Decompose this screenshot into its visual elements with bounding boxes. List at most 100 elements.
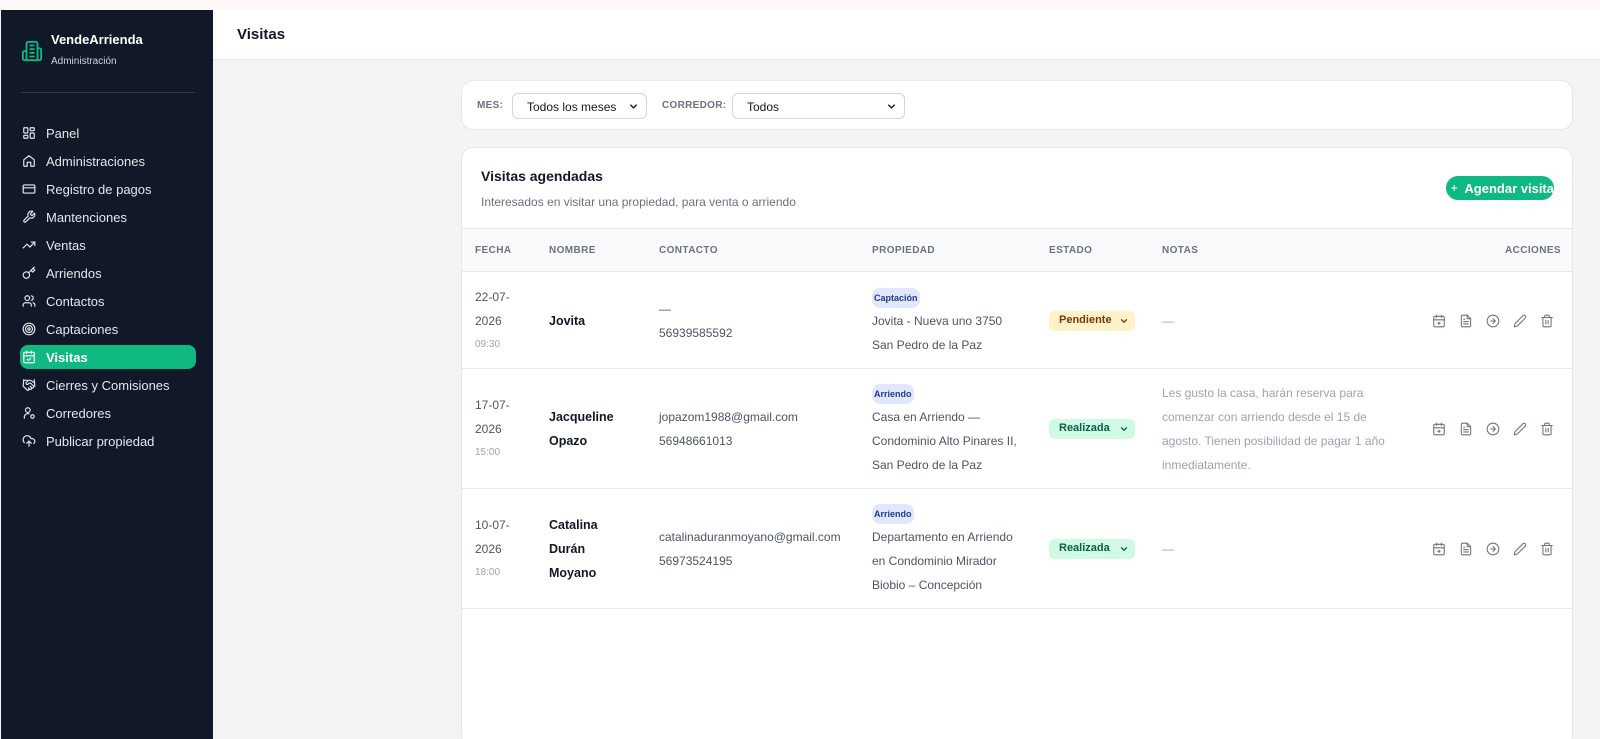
contact-email[interactable]: — [659,297,732,321]
sidebar-item-administraciones[interactable]: Administraciones [20,149,196,173]
sidebar-item-label: Visitas [46,349,88,365]
sidebar-item-label: Captaciones [46,321,119,337]
contact-phone[interactable]: 56973524195 [659,549,841,573]
filter-bar: MES: Todos los meses CORREDOR: Todos [461,80,1573,130]
edit-button[interactable] [1513,422,1527,436]
row-actions [1432,542,1567,556]
col-fecha: FECHA [475,245,512,256]
visit-date: 10-07- 2026 18:00 [475,513,510,585]
calendar-plus-icon [1433,314,1445,327]
reschedule-button[interactable] [1432,542,1446,556]
month-select-value: Todos los meses [527,100,617,114]
sidebar-item-contactos[interactable]: Contactos [20,289,196,313]
month-select[interactable]: Todos los meses [512,93,647,119]
property-line: Condominio Alto Pinares II, [872,434,1017,448]
calendar-plus-icon [1433,422,1445,436]
property-line: Biobio – Concepción [872,578,983,592]
sidebar-item-captaciones[interactable]: Captaciones [20,317,196,341]
visit-notes: Les gusto la casa, harán reserva para com… [1162,381,1402,477]
building-icon [21,40,43,62]
status-select[interactable]: Realizada [1049,419,1135,439]
document-button[interactable] [1459,422,1473,436]
reschedule-button[interactable] [1432,422,1446,436]
brand-name: VendeArrienda [51,32,143,47]
reschedule-button[interactable] [1432,314,1446,328]
broker-select[interactable]: Todos [732,93,905,119]
user-cog-icon [23,407,35,419]
status-select[interactable]: Realizada [1049,539,1135,559]
note-line: comenzar con arriendo desde el 15 de [1162,410,1367,424]
document-button[interactable] [1459,314,1473,328]
col-nombre: NOMBRE [549,245,596,256]
home-icon [23,155,35,167]
sidebar-item-visitas[interactable]: Visitas [20,345,196,369]
visitor-name-line: Moyano [549,566,597,580]
property-type-badge: Captación [872,287,920,308]
document-button[interactable] [1459,542,1473,556]
sidebar-item-cierres-y-comisiones[interactable]: Cierres y Comisiones [20,373,196,397]
delete-button[interactable] [1540,542,1554,556]
visitor-name-line: Jacqueline [549,410,614,424]
plus-icon [1451,185,1458,191]
sidebar-item-panel[interactable]: Panel [20,121,196,145]
contact-email[interactable]: jopazom1988@gmail.com [659,405,798,429]
edit-button[interactable] [1513,314,1527,328]
grid-icon [23,127,35,139]
sidebar-item-label: Registro de pagos [46,181,152,197]
card-subtitle: Interesados en visitar una propiedad, pa… [481,195,796,209]
property-line: Casa en Arriendo — [872,410,981,424]
note-line: agosto. Tienen posibilidad de pagar 1 añ… [1162,434,1385,448]
sidebar: VendeArrienda Administración Panel Admini… [1,10,213,739]
document-icon [1460,542,1472,556]
chevron-down-icon [630,104,637,109]
contact-phone[interactable]: 56948661013 [659,429,798,453]
sidebar-item-publicar-propiedad[interactable]: Publicar propiedad [20,429,196,453]
visit-date: 17-07- 2026 15:00 [475,393,510,465]
contact-email[interactable]: catalinaduranmoyano@gmail.com [659,525,841,549]
sidebar-item-arriendos[interactable]: Arriendos [20,261,196,285]
convert-button[interactable] [1486,314,1500,328]
visitor-contact: —56939585592 [659,297,732,345]
sidebar-item-registro-de-pagos[interactable]: Registro de pagos [20,177,196,201]
edit-button[interactable] [1513,542,1527,556]
note-line: — [1162,542,1174,556]
visits-card: Visitas agendadas Interesados en visitar… [461,147,1573,739]
delete-button[interactable] [1540,314,1554,328]
col-contacto: CONTACTO [659,245,718,256]
sidebar-nav: Panel Administraciones Registro de pagos Ma… [20,121,196,457]
brand[interactable]: VendeArrienda Administración [21,32,143,67]
property-line: San Pedro de la Paz [872,337,983,352]
brand-subtitle: Administración [51,56,117,67]
pencil-icon [1513,422,1527,436]
contact-phone[interactable]: 56939585592 [659,321,732,345]
sidebar-item-label: Publicar propiedad [46,433,155,449]
property-type-badge: Arriendo [872,504,914,524]
sidebar-item-label: Ventas [46,237,86,253]
chevron-down-icon [1120,427,1128,431]
col-estado: ESTADO [1049,245,1093,256]
visit-notes: — [1162,309,1402,333]
visitor-name-line: Durán [549,542,586,556]
card-icon [22,184,36,194]
note-line: Les gusto la casa, harán reserva para [1162,386,1364,400]
status-select[interactable]: Pendiente [1049,310,1135,331]
pencil-icon [1513,314,1527,327]
property-line: Jovita - Nueva uno 3750 [872,313,1003,328]
delete-button[interactable] [1540,422,1554,436]
sidebar-item-ventas[interactable]: Ventas [20,233,196,257]
sidebar-item-label: Administraciones [46,153,145,169]
arrow-right-circle-icon [1486,422,1500,436]
top-strip [0,0,1600,10]
property-type-badge: Arriendo [872,384,914,404]
page-title: Visitas [237,26,286,43]
convert-button[interactable] [1486,422,1500,436]
visit-date-year: 2026 [475,313,502,328]
sidebar-item-mantenciones[interactable]: Mantenciones [20,205,196,229]
sidebar-item-corredores[interactable]: Corredores [20,401,196,425]
schedule-visit-button[interactable]: Agendar visita [1446,176,1554,200]
target-icon [22,322,36,336]
pencil-icon [1513,542,1527,556]
convert-button[interactable] [1486,542,1500,556]
visitor-name-line: Opazo [549,434,588,448]
visit-date-day: 10-07- [475,518,510,532]
